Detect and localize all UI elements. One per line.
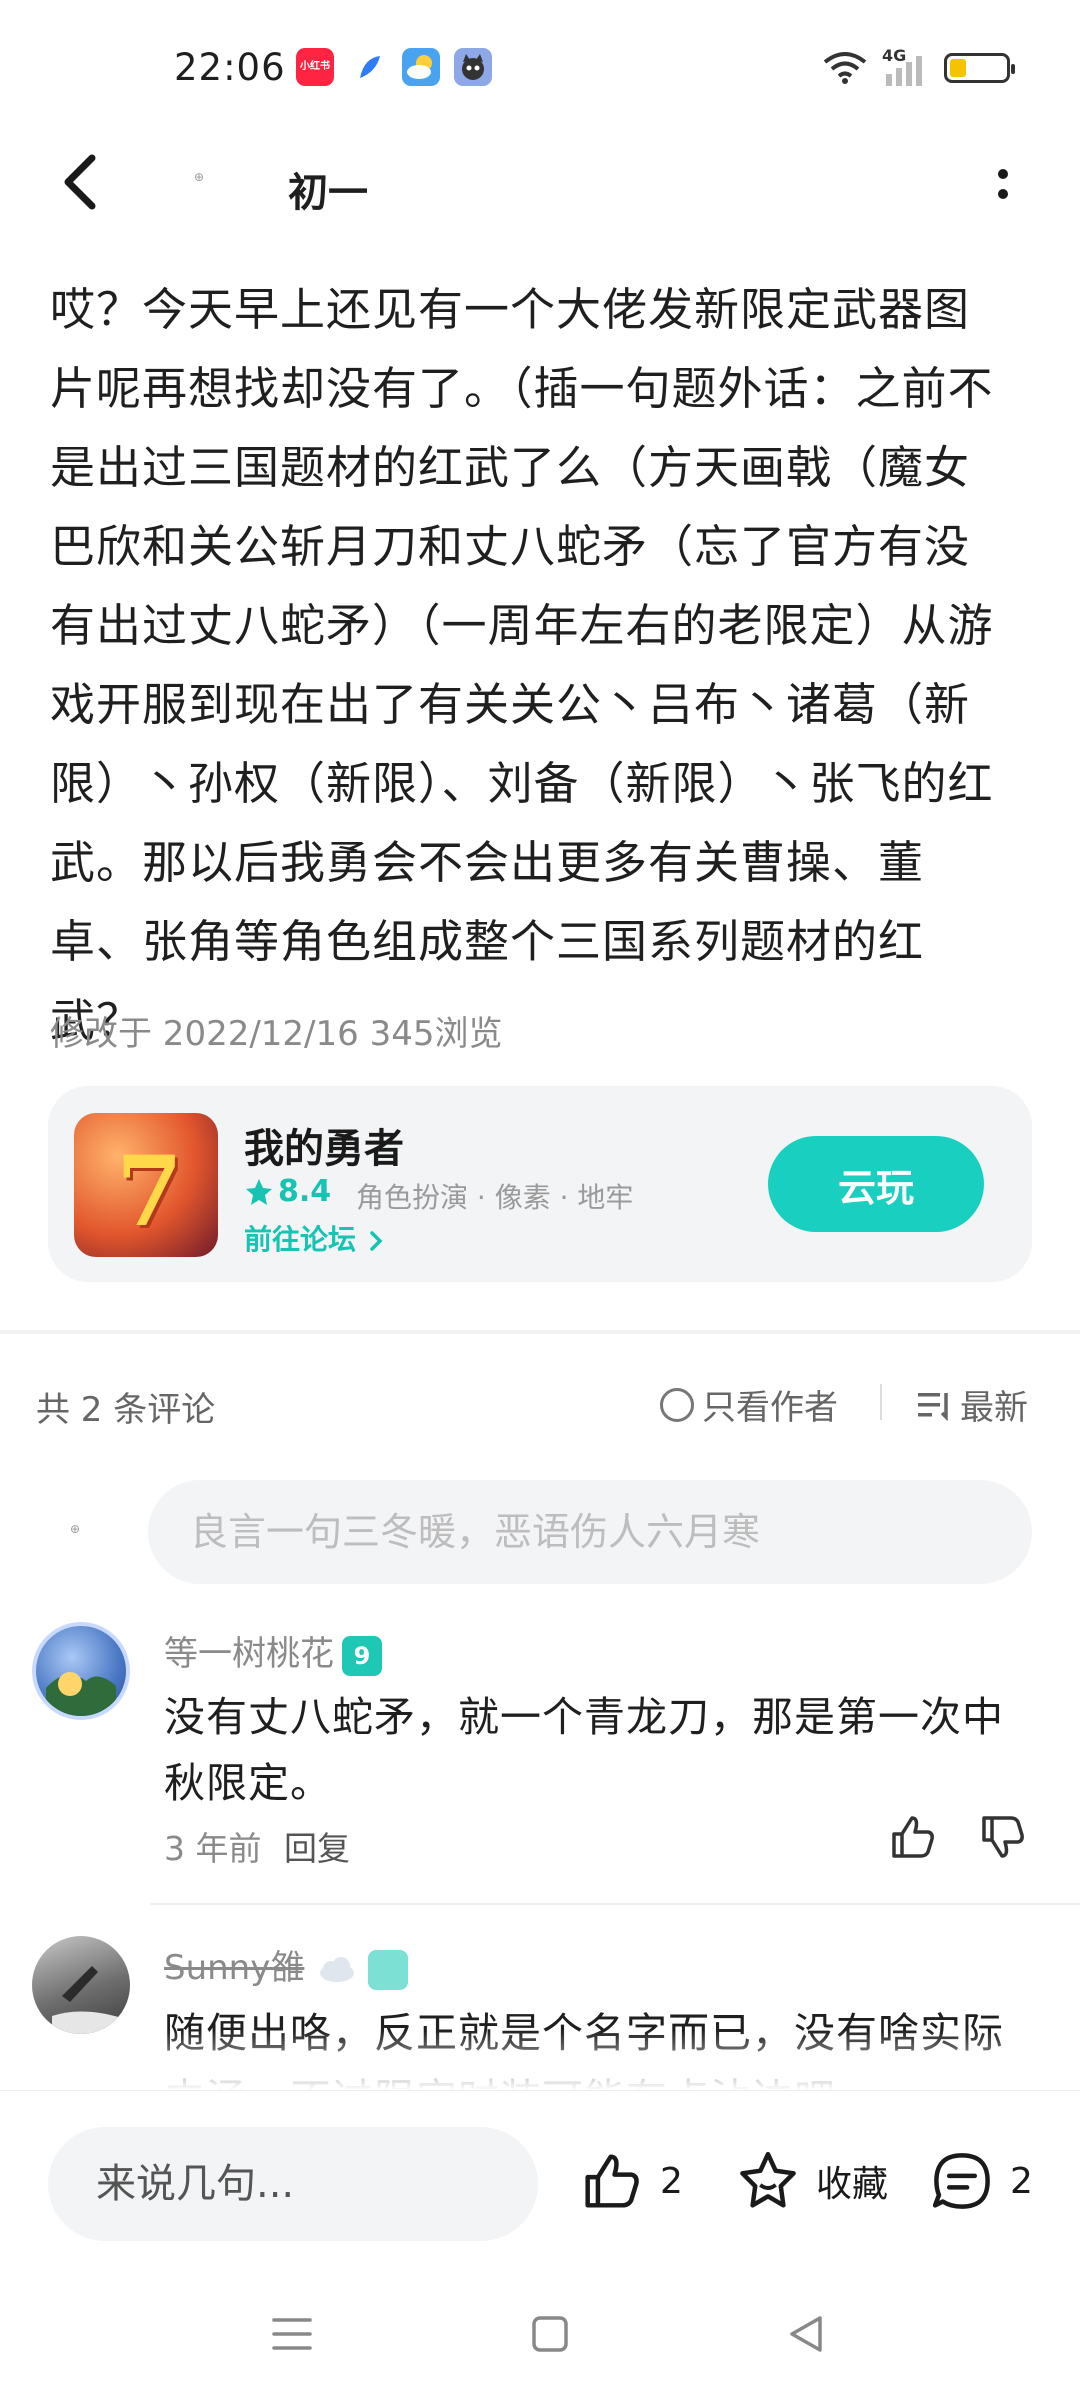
post-like-button[interactable]: 2 <box>578 2149 683 2213</box>
chevron-right-icon <box>370 1231 383 1251</box>
star-outline-icon <box>740 2151 796 2208</box>
square-icon <box>532 2316 568 2352</box>
system-nav-bar <box>0 2270 1080 2400</box>
thumbs-down-icon <box>982 1816 1024 1858</box>
comment-username-text: 等一树桃花 <box>164 1634 334 1674</box>
like-count: 2 <box>660 2160 683 2202</box>
only-author-label: 只看作者 <box>702 1388 838 1428</box>
wifi-icon <box>823 52 867 84</box>
comment-count: 共 2 条评论 <box>36 1390 216 1430</box>
level-badge: 9 <box>342 1635 382 1676</box>
game-name[interactable]: 我的勇者 <box>244 1116 404 1174</box>
game-tags: 角色扮演 · 像素 · 地牢 <box>356 1181 634 1214</box>
page-title[interactable]: 初一 <box>288 160 368 218</box>
sort-label: 最新 <box>960 1388 1028 1428</box>
xiaohongshu-icon-label: 小红书 <box>300 61 330 72</box>
menu-icon <box>272 2318 312 2350</box>
dislike-button[interactable] <box>978 1812 1028 1866</box>
forum-link[interactable]: 前往论坛 <box>244 1218 386 1258</box>
forum-link-label: 前往论坛 <box>244 1223 357 1256</box>
bottom-action-bar: 来说几句... 2 收藏 2 <box>0 2090 1080 2270</box>
favorite-label: 收藏 <box>816 2164 889 2205</box>
reply-input[interactable]: 来说几句... <box>48 2127 538 2241</box>
back-nav-button[interactable] <box>784 2312 828 2360</box>
more-vertical-icon <box>998 169 1008 199</box>
favorite-button[interactable]: 收藏 <box>734 2149 888 2213</box>
radio-circle-icon <box>660 1387 694 1422</box>
network-type: 4G <box>882 46 907 65</box>
signal-icon: 4G <box>882 46 930 86</box>
reply-button[interactable]: 回复 <box>284 1822 350 1870</box>
comment-username[interactable]: 等一树桃花 9 <box>164 1626 382 1676</box>
back-button[interactable] <box>52 150 112 210</box>
post-body: 哎？今天早上还见有一个大佬发新限定武器图片呢再想找却没有了。（插一句题外话：之前… <box>50 283 994 1047</box>
thumbs-up-icon <box>892 1816 934 1858</box>
comment-username[interactable]: Sunny雒 <box>164 1940 408 1990</box>
cloud-icon <box>320 1956 355 1982</box>
avatar[interactable] <box>32 1936 130 2034</box>
post-meta: 修改于 2022/12/16 345浏览 <box>50 1014 503 1054</box>
comment-button[interactable]: 2 <box>928 2149 1033 2213</box>
xiaohongshu-icon: 小红书 <box>296 48 334 86</box>
triangle-back-icon <box>790 2316 822 2352</box>
divider <box>880 1384 882 1420</box>
more-button[interactable] <box>988 162 1018 212</box>
only-author-toggle[interactable]: 只看作者 <box>660 1380 838 1429</box>
comment-time: 3 年前 <box>164 1829 262 1868</box>
verified-badge-icon <box>367 1949 408 1990</box>
comment-divider <box>150 1903 1080 1905</box>
section-divider <box>0 1330 1080 1334</box>
menu-button[interactable] <box>270 2314 314 2358</box>
battery-icon <box>944 53 1015 83</box>
user-avatar: ⊕ <box>70 1522 81 1536</box>
thumbs-up-icon <box>585 2154 639 2208</box>
home-button[interactable] <box>530 2314 570 2358</box>
game-icon-glyph: 7 <box>116 1135 183 1248</box>
like-button[interactable] <box>888 1812 938 1866</box>
avatar[interactable] <box>32 1622 130 1720</box>
scroll-fade <box>0 2030 1080 2090</box>
game-rating: 8.4 <box>244 1174 331 1209</box>
comment-count-bottom: 2 <box>1010 2160 1033 2202</box>
comment-username-text: Sunny雒 <box>164 1948 305 1988</box>
feather-app-icon <box>350 48 388 86</box>
status-time: 22:06 <box>174 46 286 89</box>
chevron-left-icon <box>64 154 96 210</box>
author-avatar[interactable]: ⊕ <box>194 170 208 184</box>
star-icon <box>246 1178 272 1205</box>
sort-icon <box>918 1392 948 1421</box>
sort-button[interactable]: 最新 <box>916 1380 1028 1429</box>
weather-icon <box>402 48 440 86</box>
cat-app-icon <box>454 48 492 86</box>
game-card[interactable]: 7 我的勇者 8.4 角色扮演 · 像素 · 地牢 前往论坛 云玩 <box>48 1086 1032 1282</box>
cloud-play-button[interactable]: 云玩 <box>768 1136 984 1232</box>
comment-bubble-icon <box>932 2153 990 2209</box>
comment-input[interactable] <box>148 1480 1032 1584</box>
comment-text: 没有丈八蛇矛，就一个青龙刀，那是第一次中秋限定。 <box>164 1693 1004 1807</box>
status-bar: 22:06 小红书 4G <box>0 0 1080 136</box>
game-icon[interactable]: 7 <box>74 1113 218 1257</box>
game-rating-value: 8.4 <box>278 1174 332 1209</box>
